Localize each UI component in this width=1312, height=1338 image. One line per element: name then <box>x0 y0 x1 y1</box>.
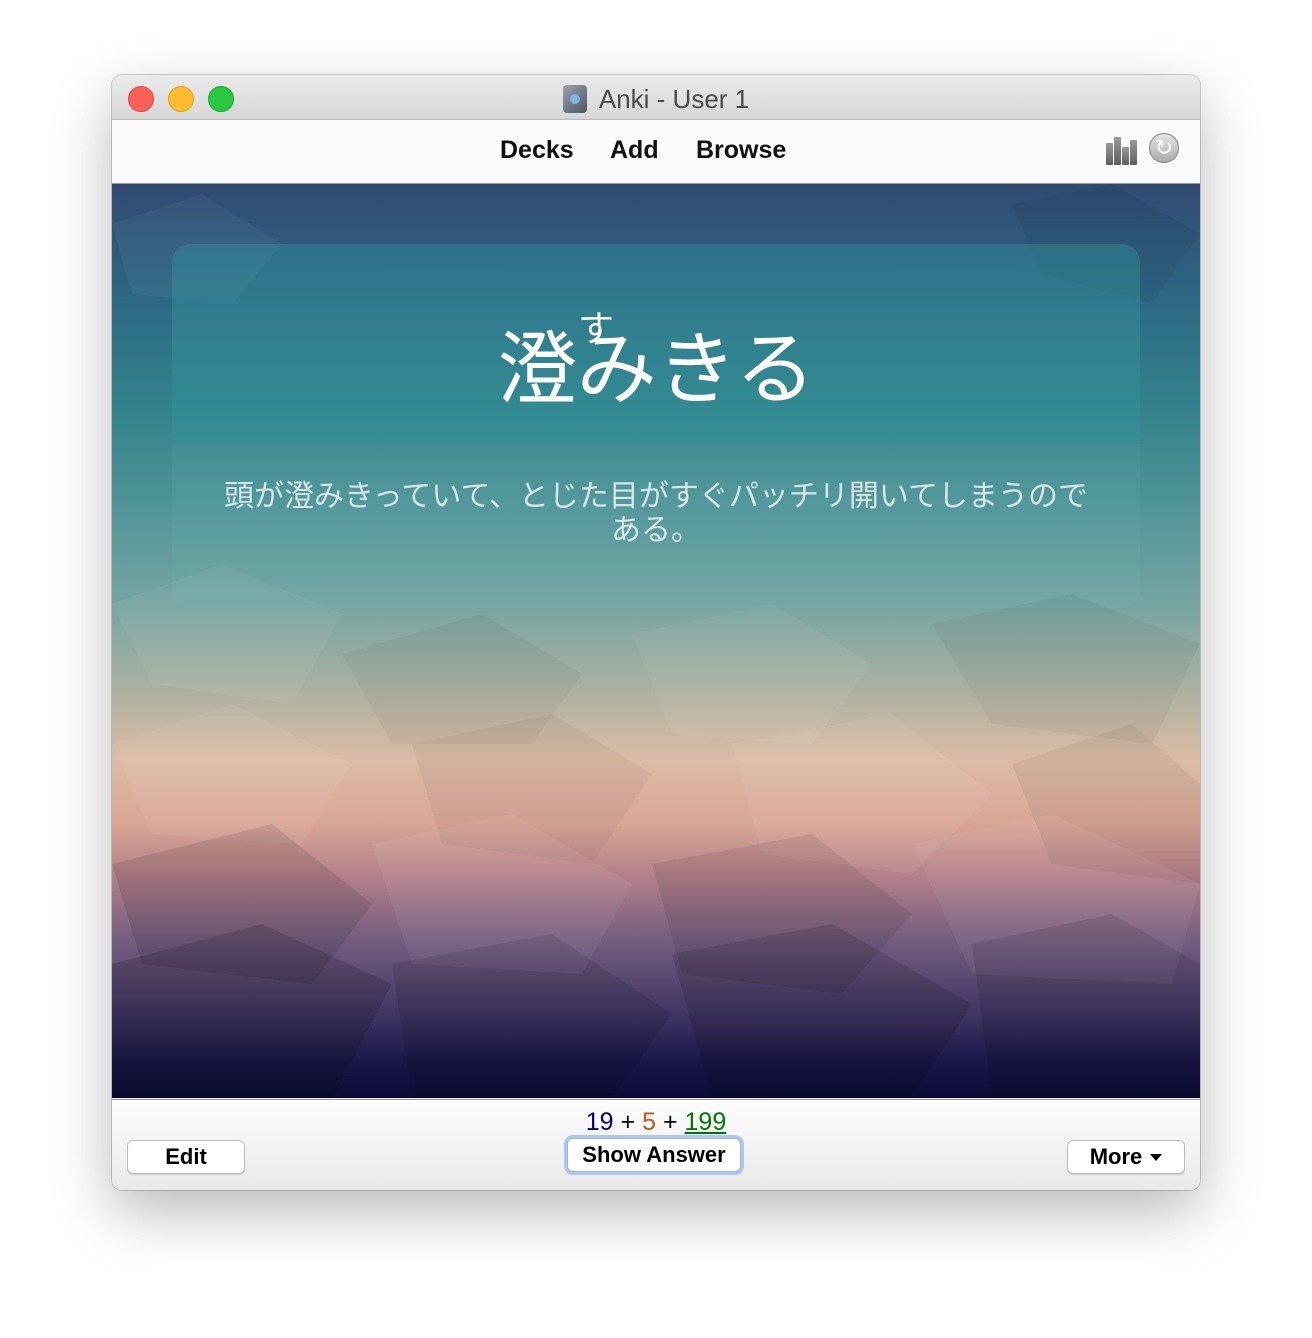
decks-link[interactable]: Decks <box>500 136 574 165</box>
new-count: 19 <box>585 1108 614 1136</box>
show-answer-button[interactable]: Show Answer <box>567 1138 741 1172</box>
browse-link[interactable]: Browse <box>696 136 786 165</box>
review-count: 199 <box>684 1108 727 1136</box>
example-sentence: 頭が澄みきっていて、とじた目がすぐパッチリ開いてしまうのである。 <box>224 479 1088 548</box>
anki-app-icon <box>562 85 587 113</box>
flashcard: す 澄みきる 頭が澄みきっていて、とじた目がすぐパッチリ開いてしまうのである。 <box>172 244 1140 608</box>
learning-count: 5 <box>642 1108 656 1136</box>
sync-icon[interactable] <box>1149 133 1179 163</box>
window-title-text: Anki - User 1 <box>598 84 750 114</box>
more-button[interactable]: More <box>1067 1140 1185 1174</box>
count-separator: + <box>620 1108 636 1136</box>
window-title: Anki - User 1 <box>112 84 1200 115</box>
more-button-label: More <box>1089 1144 1143 1169</box>
title-bar[interactable]: Anki - User 1 <box>112 75 1200 120</box>
add-link[interactable]: Add <box>610 136 659 165</box>
reviewer-area: す 澄みきる 頭が澄みきっていて、とじた目がすぐパッチリ開いてしまうのである。 <box>112 184 1200 1098</box>
card-term: 澄みきる <box>496 323 816 416</box>
count-separator: + <box>662 1108 678 1136</box>
main-toolbar: Decks Add Browse <box>112 120 1200 184</box>
edit-button[interactable]: Edit <box>127 1140 245 1174</box>
anki-window: Anki - User 1 Decks Add Browse ↻ す 澄みきる … <box>112 75 1200 1190</box>
stats-icon[interactable] <box>1106 137 1138 165</box>
due-counts: 19 + 5 + 199 <box>112 1108 1200 1137</box>
caret-down-icon <box>1150 1154 1163 1161</box>
answer-bar: 19 + 5 + 199 Edit Show Answer More <box>112 1099 1200 1190</box>
